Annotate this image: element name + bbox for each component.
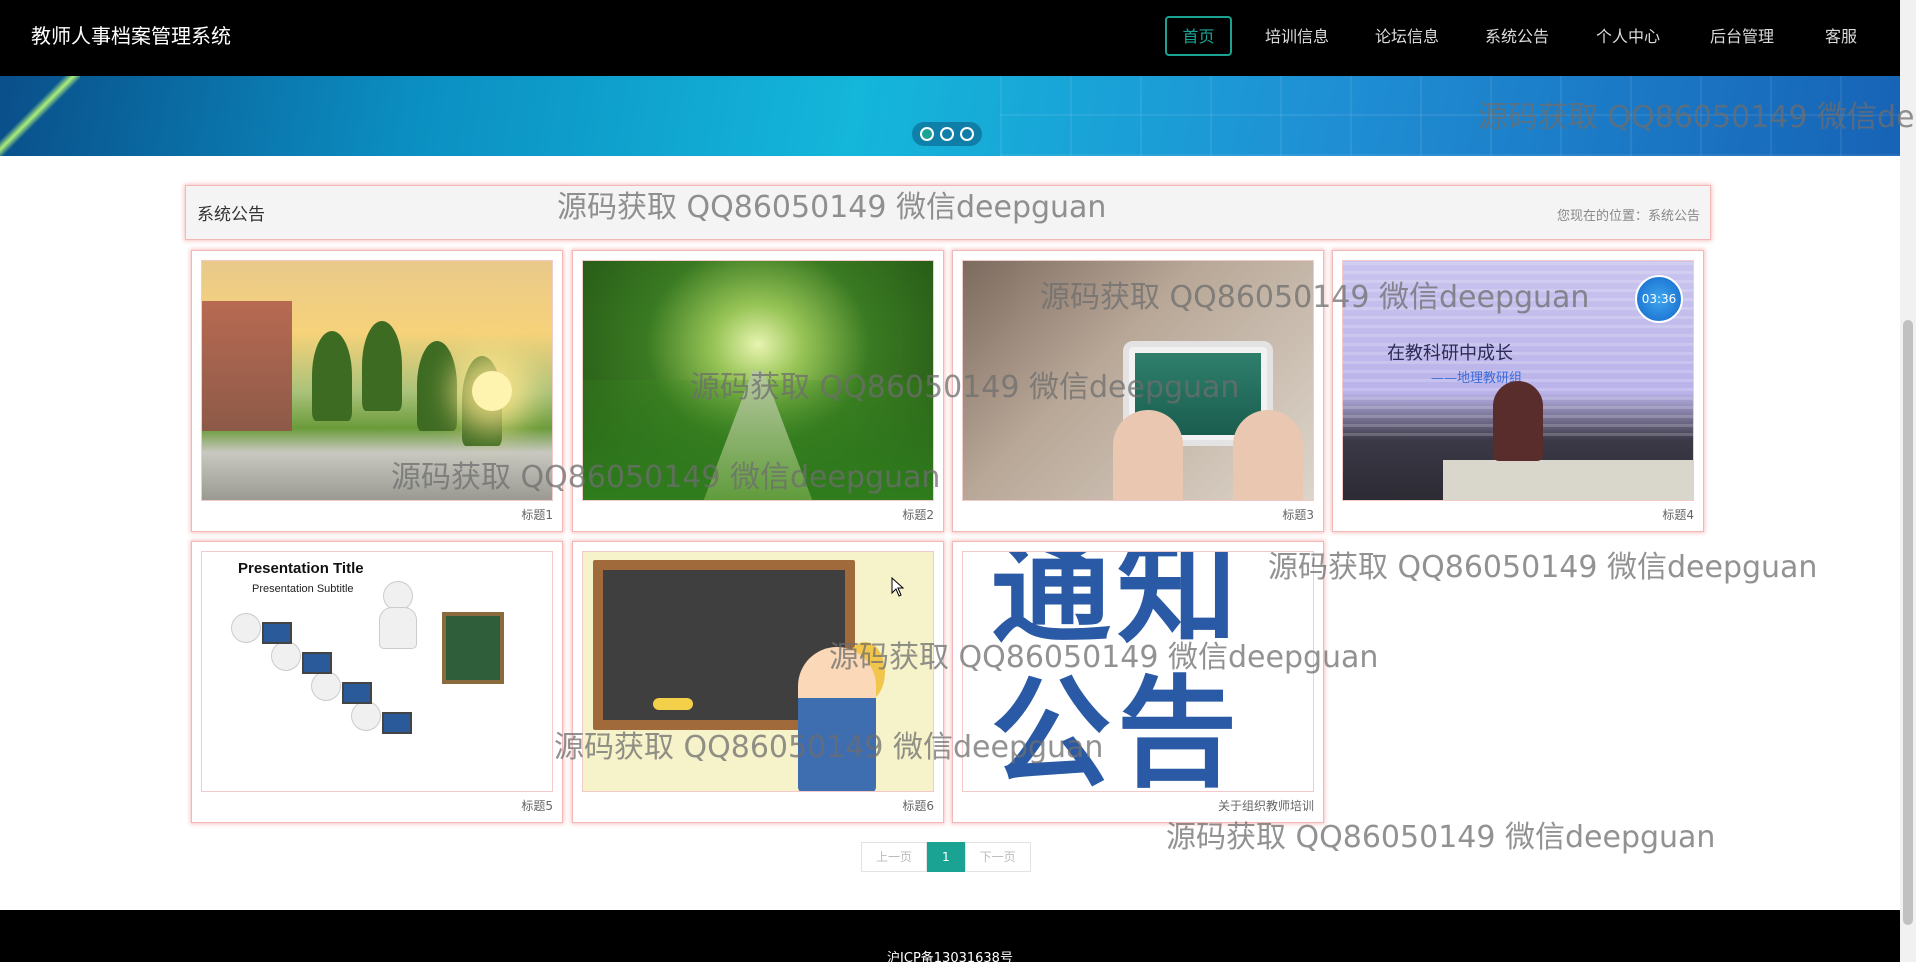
- scrollbar-thumb[interactable]: [1903, 320, 1913, 925]
- card-image-forest-road[interactable]: [582, 260, 934, 501]
- card-caption[interactable]: 标题6: [902, 797, 934, 814]
- watermark-text: 源码获取 QQ86050149 微信deepguan: [1268, 550, 1818, 585]
- page-1-button[interactable]: 1: [927, 842, 965, 872]
- section-title: 系统公告: [197, 205, 265, 225]
- nav-home[interactable]: 首页: [1165, 16, 1232, 56]
- presentation-title-text: Presentation Title: [238, 560, 364, 577]
- card-caption[interactable]: 标题5: [521, 797, 553, 814]
- card-caption[interactable]: 标题3: [1282, 506, 1314, 523]
- announcement-card-4[interactable]: 在教科研中成长 ——地理教研组 03:36 标题4: [1332, 250, 1704, 532]
- video-duration-badge: 03:36: [1635, 275, 1683, 323]
- prev-page-button[interactable]: 上一页: [861, 842, 928, 872]
- card-image-notice-poster[interactable]: 通知 公告: [962, 551, 1314, 792]
- card-caption[interactable]: 标题2: [902, 506, 934, 523]
- slide-title-text: 在教科研中成长: [1387, 343, 1513, 364]
- nav-announcements[interactable]: 系统公告: [1475, 16, 1559, 56]
- poster-announcement-text: 公告: [991, 665, 1243, 792]
- page-scrollbar[interactable]: [1900, 0, 1916, 962]
- top-navbar: 教师人事档案管理系统 首页 培训信息 论坛信息 系统公告 个人中心 后台管理 客…: [0, 0, 1900, 76]
- card-caption[interactable]: 标题4: [1662, 506, 1694, 523]
- breadcrumb: 您现在的位置：系统公告: [1556, 209, 1700, 224]
- card-image-meeting[interactable]: 在教科研中成长 ——地理教研组 03:36: [1342, 260, 1694, 501]
- announcement-card-7[interactable]: 通知 公告 关于组织教师培训: [952, 541, 1324, 823]
- nav-training[interactable]: 培训信息: [1255, 16, 1339, 56]
- poster-notice-text: 通知: [991, 551, 1243, 660]
- announcement-card-3[interactable]: 标题3: [952, 250, 1324, 532]
- nav-admin[interactable]: 后台管理: [1700, 16, 1784, 56]
- card-image-campus[interactable]: [201, 260, 553, 501]
- presentation-subtitle-text: Presentation Subtitle: [252, 583, 354, 595]
- announcement-card-2[interactable]: 标题2: [572, 250, 944, 532]
- announcement-card-1[interactable]: 标题1: [191, 250, 563, 532]
- carousel-dot-3[interactable]: [960, 127, 974, 141]
- site-brand[interactable]: 教师人事档案管理系统: [31, 22, 231, 50]
- announcement-header: 系统公告 您现在的位置：系统公告: [185, 185, 1711, 240]
- card-caption[interactable]: 标题1: [521, 506, 553, 523]
- mouse-cursor-icon: [891, 577, 905, 597]
- announcement-card-5[interactable]: Presentation Title Presentation Subtitle…: [191, 541, 563, 823]
- card-image-cartoon-teacher[interactable]: [582, 551, 934, 792]
- page-footer: 沪ICP备13031638号: [0, 910, 1900, 966]
- banner-light-streak: [0, 76, 80, 156]
- next-page-button[interactable]: 下一页: [964, 842, 1031, 872]
- card-caption[interactable]: 关于组织教师培训: [1218, 797, 1314, 814]
- carousel-indicators: [912, 122, 982, 146]
- nav-customer-service[interactable]: 客服: [1814, 16, 1868, 56]
- nav-forum[interactable]: 论坛信息: [1365, 16, 1449, 56]
- card-image-tablet-class[interactable]: [962, 260, 1314, 501]
- carousel-dot-1[interactable]: [920, 127, 934, 141]
- announcement-card-6[interactable]: 标题6: [572, 541, 944, 823]
- banner-keyboard-pattern: [1000, 76, 1900, 156]
- icp-record: 沪ICP备13031638号: [887, 951, 1013, 966]
- pagination: 上一页 1 下一页: [861, 842, 1031, 872]
- card-image-classroom[interactable]: Presentation Title Presentation Subtitle: [201, 551, 553, 792]
- nav-personal-center[interactable]: 个人中心: [1586, 16, 1670, 56]
- carousel-dot-2[interactable]: [940, 127, 954, 141]
